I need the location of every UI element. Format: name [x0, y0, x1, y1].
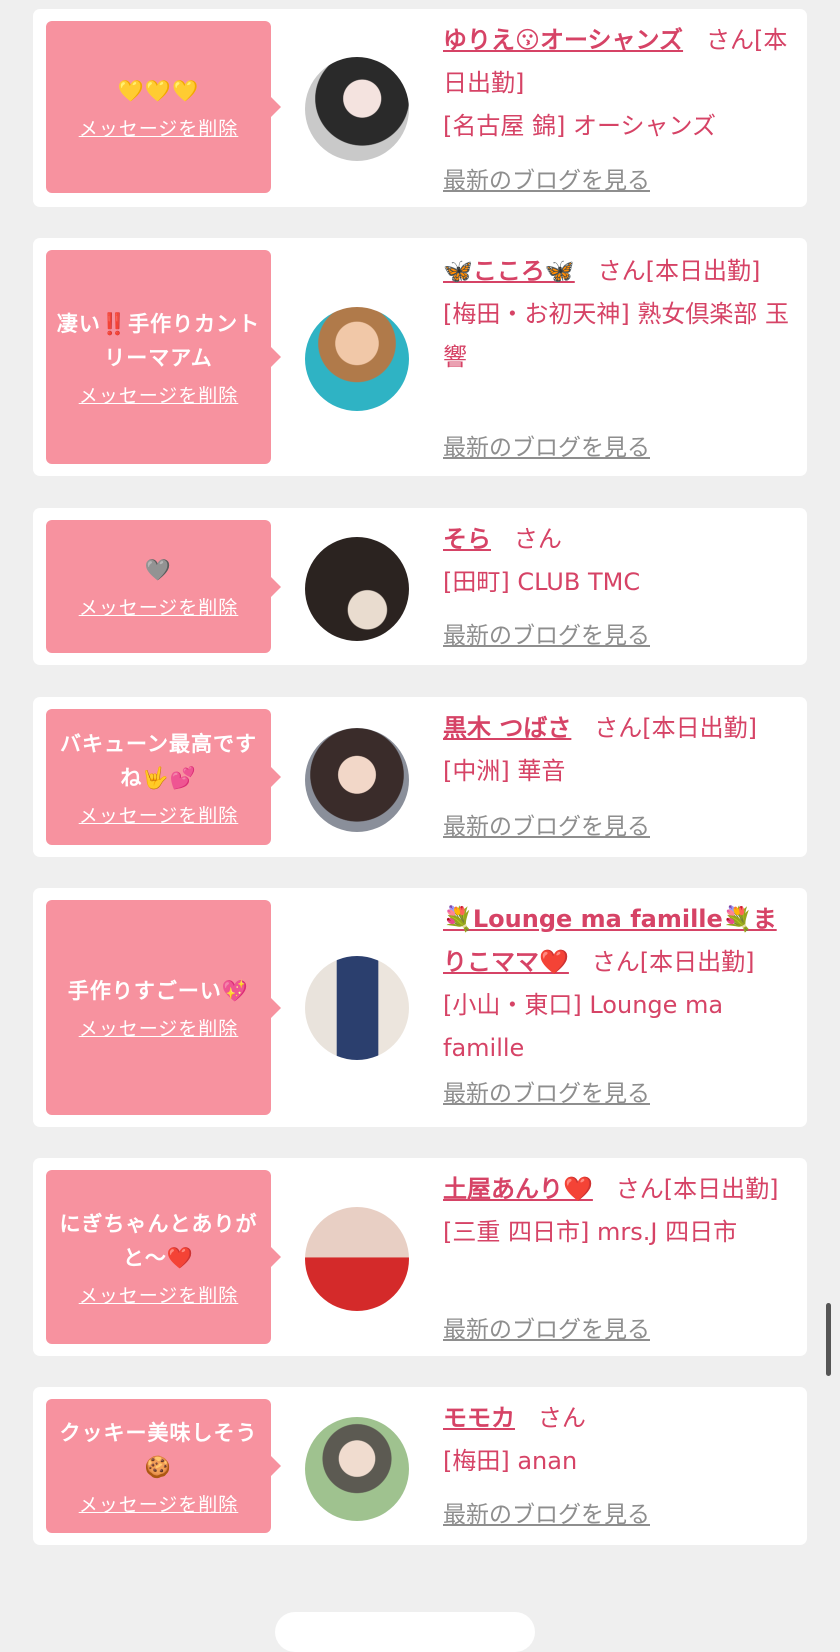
message-bubble: 凄い‼️手作りカントリーマアム メッセージを削除 — [46, 250, 281, 464]
scrollbar[interactable] — [826, 1303, 831, 1376]
card-1: 💛💛💛 メッセージを削除 ゆりえ😗オーシャンズ さん[本日出勤] [名古屋 錦]… — [33, 9, 807, 207]
message-text: にぎちゃんとありがと〜❤️ — [59, 1211, 258, 1270]
avatar[interactable] — [305, 307, 409, 411]
shop-name: [小山・東口] Lounge ma famille — [443, 991, 724, 1062]
bottom-bar[interactable] — [275, 1612, 535, 1652]
card-5: 手作りすごーい💖 メッセージを削除 💐Lounge ma famille💐まりこ… — [33, 888, 807, 1127]
message-text: バキューン最高ですね🤟💕 — [60, 731, 257, 790]
cast-status: さん[本日出勤] — [597, 257, 761, 285]
delete-message-link[interactable]: メッセージを削除 — [79, 114, 239, 141]
card-3: 🩶 メッセージを削除 そら さん [田町] CLUB TMC 最新のブログを見る — [33, 508, 807, 665]
avatar[interactable] — [305, 537, 409, 641]
delete-message-link[interactable]: メッセージを削除 — [79, 1281, 239, 1308]
cast-name-link[interactable]: モモカ — [443, 1404, 515, 1432]
shop-name: [梅田] anan — [443, 1447, 578, 1475]
cast-name-link[interactable]: 黒木 つばさ — [443, 714, 571, 742]
message-text: 凄い‼️手作りカントリーマアム — [56, 311, 261, 370]
message-text: 🩶 — [144, 558, 173, 582]
cast-status: さん[本日出勤] — [594, 714, 757, 742]
cast-info: 🦋こころ🦋 さん[本日出勤] [梅田・お初天神] 熟女倶楽部 玉響 — [443, 250, 795, 379]
card-2: 凄い‼️手作りカントリーマアム メッセージを削除 🦋こころ🦋 さん[本日出勤] … — [33, 238, 807, 476]
message-text: 💛💛💛 — [117, 78, 200, 103]
delete-message-link[interactable]: メッセージを削除 — [79, 381, 239, 408]
cast-status: さん — [513, 525, 562, 553]
card-4: バキューン最高ですね🤟💕 メッセージを削除 黒木 つばさ さん[本日出勤] [中… — [33, 697, 807, 857]
shop-name: [名古屋 錦] オーシャンズ — [443, 112, 717, 140]
shop-name: [中洲] 華音 — [443, 757, 566, 785]
message-bubble: 手作りすごーい💖 メッセージを削除 — [46, 900, 281, 1115]
avatar[interactable] — [305, 956, 409, 1060]
avatar[interactable] — [305, 57, 409, 161]
cast-status: さん[本日出勤] — [591, 948, 755, 976]
cast-name-link[interactable]: ゆりえ😗オーシャンズ — [443, 26, 683, 54]
latest-blog-link[interactable]: 最新のブログを見る — [443, 1310, 650, 1344]
message-bubble: 🩶 メッセージを削除 — [46, 520, 281, 653]
avatar[interactable] — [305, 1417, 409, 1521]
shop-name: [梅田・お初天神] 熟女倶楽部 玉響 — [443, 300, 789, 371]
message-text: 手作りすごーい💖 — [67, 979, 250, 1003]
cast-info: 土屋あんり❤️ さん[本日出勤] [三重 四日市] mrs.J 四日市 — [443, 1168, 795, 1254]
cast-info: 💐Lounge ma famille💐まりこママ❤️ さん[本日出勤] [小山・… — [443, 898, 795, 1070]
cast-name-link[interactable]: 🦋こころ🦋 — [443, 257, 575, 285]
shop-name: [田町] CLUB TMC — [443, 568, 641, 596]
delete-message-link[interactable]: メッセージを削除 — [79, 1014, 239, 1041]
card-6: にぎちゃんとありがと〜❤️ メッセージを削除 土屋あんり❤️ さん[本日出勤] … — [33, 1158, 807, 1356]
card-7: クッキー美味しそう🍪 メッセージを削除 モモカ さん [梅田] anan 最新の… — [33, 1387, 807, 1545]
message-text: クッキー美味しそう🍪 — [59, 1420, 258, 1479]
cast-name-link[interactable]: そら — [443, 525, 491, 553]
delete-message-link[interactable]: メッセージを削除 — [79, 593, 239, 620]
cast-status: さん[本日出勤] — [615, 1175, 779, 1203]
delete-message-link[interactable]: メッセージを削除 — [79, 1490, 239, 1517]
delete-message-link[interactable]: メッセージを削除 — [79, 801, 239, 828]
latest-blog-link[interactable]: 最新のブログを見る — [443, 616, 650, 650]
latest-blog-link[interactable]: 最新のブログを見る — [443, 1495, 650, 1529]
message-bubble: クッキー美味しそう🍪 メッセージを削除 — [46, 1399, 281, 1533]
cast-info: モモカ さん [梅田] anan — [443, 1397, 795, 1483]
cast-name-link[interactable]: 土屋あんり❤️ — [443, 1175, 593, 1203]
avatar[interactable] — [305, 728, 409, 832]
latest-blog-link[interactable]: 最新のブログを見る — [443, 161, 650, 195]
message-bubble: にぎちゃんとありがと〜❤️ メッセージを削除 — [46, 1170, 281, 1344]
cast-status: さん — [537, 1404, 586, 1432]
shop-name: [三重 四日市] mrs.J 四日市 — [443, 1218, 738, 1246]
message-bubble: バキューン最高ですね🤟💕 メッセージを削除 — [46, 709, 281, 845]
latest-blog-link[interactable]: 最新のブログを見る — [443, 807, 650, 841]
avatar[interactable] — [305, 1207, 409, 1311]
cast-info: ゆりえ😗オーシャンズ さん[本日出勤] [名古屋 錦] オーシャンズ — [443, 19, 795, 148]
latest-blog-link[interactable]: 最新のブログを見る — [443, 1074, 650, 1108]
latest-blog-link[interactable]: 最新のブログを見る — [443, 428, 650, 462]
cast-info: そら さん [田町] CLUB TMC — [443, 518, 795, 604]
cast-info: 黒木 つばさ さん[本日出勤] [中洲] 華音 — [443, 707, 795, 793]
message-bubble: 💛💛💛 メッセージを削除 — [46, 21, 281, 193]
